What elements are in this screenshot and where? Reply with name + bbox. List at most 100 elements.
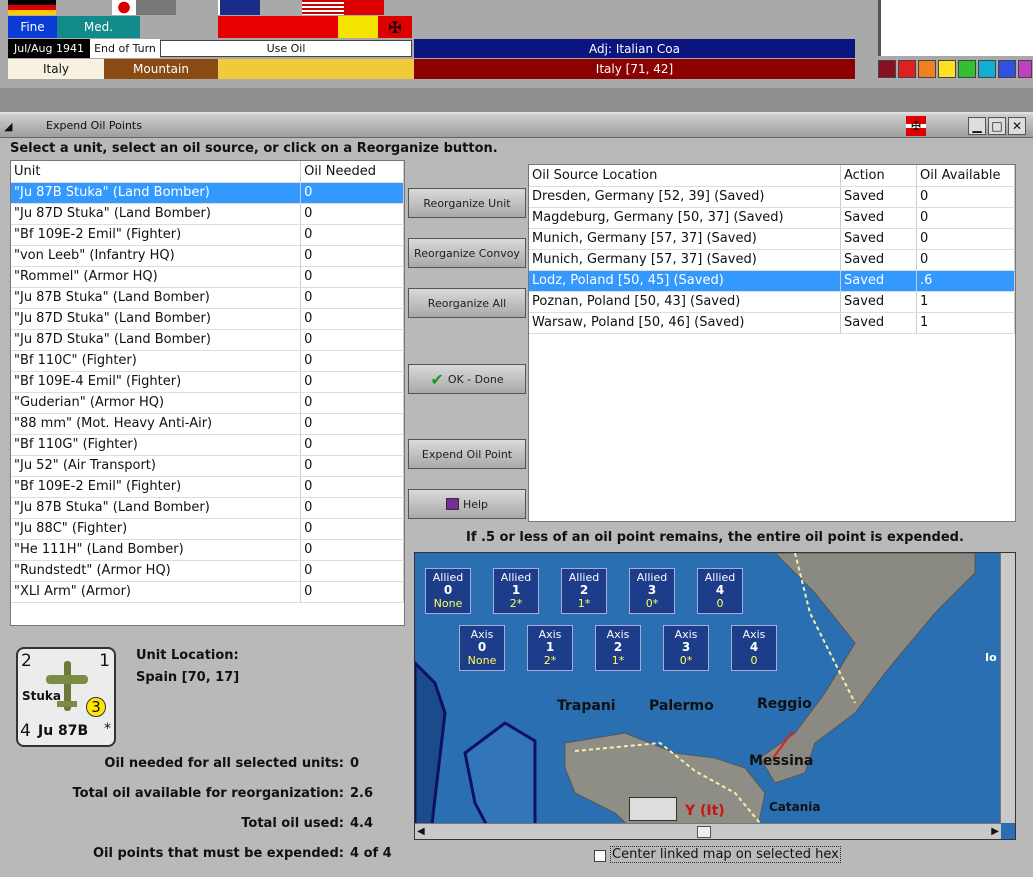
column-oil-source-location[interactable]: Oil Source Location [529, 165, 841, 187]
palette-swatch[interactable] [938, 60, 956, 78]
table-row[interactable]: "Ju 87B Stuka" (Land Bomber) 0 [11, 287, 404, 309]
flag-italy-bar [136, 0, 176, 15]
table-row[interactable]: Warsaw, Poland [50, 46] (Saved) Saved 1 [529, 312, 1015, 334]
ok-done-button[interactable]: ✔ OK - Done [408, 364, 526, 394]
close-icon[interactable]: ✕ [1008, 117, 1026, 135]
table-row[interactable]: "Bf 110G" (Fighter) 0 [11, 434, 404, 456]
allied-box-s: 0 [716, 597, 724, 610]
table-row[interactable]: "XLI Arm" (Armor) 0 [11, 581, 404, 603]
unit-name-cell: "Ju 87D Stuka" (Land Bomber) [11, 308, 302, 330]
column-unit[interactable]: Unit [11, 161, 302, 183]
oil-available-cell: 1 [916, 312, 1015, 334]
minimize-icon[interactable]: ▁ [968, 117, 986, 135]
help-button[interactable]: Help [408, 489, 526, 519]
color-palette[interactable] [876, 58, 1033, 80]
table-row[interactable]: "Bf 109E-2 Emil" (Fighter) 0 [11, 224, 404, 246]
unit-list[interactable]: Unit Oil Needed "Ju 87B Stuka" (Land Bom… [10, 160, 405, 626]
palette-swatch[interactable] [918, 60, 936, 78]
top-status-bar: Fine Med. ✠ Jul/Aug 1941 End of Turn Use… [0, 0, 1033, 88]
table-row[interactable]: "Rundstedt" (Armor HQ) 0 [11, 560, 404, 582]
map-vertical-scrollbar[interactable] [1000, 553, 1015, 823]
unit-name-cell: "Bf 109E-2 Emil" (Fighter) [11, 224, 302, 246]
table-row[interactable]: "Rommel" (Armor HQ) 0 [11, 266, 404, 288]
column-oil-available[interactable]: Oil Available [916, 165, 1015, 187]
table-row[interactable]: "Bf 109E-2 Emil" (Fighter) 0 [11, 476, 404, 498]
map-scroll-right-icon[interactable]: ▶ [991, 826, 999, 837]
unit-name-cell: "Ju 87B Stuka" (Land Bomber) [11, 287, 302, 309]
unit-location-value: Spain [70, 17] [136, 670, 240, 685]
unit-name-cell: "Ju 87B Stuka" (Land Bomber) [11, 182, 302, 204]
weather-med[interactable]: Med. [57, 16, 140, 38]
oil-needed-cell: 0 [300, 560, 404, 582]
window-menu-icon[interactable]: ◢ [4, 120, 12, 133]
unit-name-cell: "Guderian" (Armor HQ) [11, 392, 302, 414]
table-row[interactable]: "Ju 87D Stuka" (Land Bomber) 0 [11, 203, 404, 225]
table-row[interactable]: "He 111H" (Land Bomber) 0 [11, 539, 404, 561]
maximize-icon[interactable]: □ [988, 117, 1006, 135]
unit-counter[interactable]: 2 1 Stuka 3 4 Ju 87B * [16, 647, 116, 747]
weather-fine[interactable]: Fine [8, 16, 57, 38]
expend-oil-window: ◢ Expend Oil Points ✠ ▁ □ ✕ Select a uni… [0, 112, 1033, 877]
reorganize-all-button[interactable]: Reorganize All [408, 288, 526, 318]
oil-available-cell: 0 [916, 228, 1015, 250]
reorganize-unit-button[interactable]: Reorganize Unit [408, 188, 526, 218]
oil-source-location-cell: Munich, Germany [57, 37] (Saved) [529, 228, 841, 250]
palette-swatch[interactable] [998, 60, 1016, 78]
table-row[interactable]: "Ju 52" (Air Transport) 0 [11, 455, 404, 477]
city-reggio: Reggio [757, 696, 812, 712]
top-right-panel [878, 0, 1033, 56]
red-box [218, 16, 338, 38]
table-row[interactable]: Munich, Germany [57, 37] (Saved) Saved 0 [529, 249, 1015, 271]
window-title-bar[interactable]: ◢ Expend Oil Points ✠ ▁ □ ✕ [0, 114, 1033, 138]
map-horizontal-scrollbar[interactable]: ◀ ▶ [415, 823, 1001, 839]
oil-must-expend-label: Oil points that must be expended: [92, 846, 344, 861]
table-row[interactable]: Lodz, Poland [50, 45] (Saved) Saved .6 [529, 270, 1015, 292]
table-row[interactable]: "von Leeb" (Infantry HQ) 0 [11, 245, 404, 267]
column-action[interactable]: Action [840, 165, 918, 187]
table-row[interactable]: "Ju 87D Stuka" (Land Bomber) 0 [11, 329, 404, 351]
oil-available-value: 2.6 [350, 786, 374, 801]
city-catania: Catania [769, 800, 821, 814]
center-linked-label[interactable]: Center linked map on selected hex [610, 846, 841, 863]
palette-swatch[interactable] [958, 60, 976, 78]
oil-needed-cell: 0 [300, 371, 404, 393]
expend-oil-point-button[interactable]: Expend Oil Point [408, 439, 526, 469]
table-row[interactable]: "Ju 87D Stuka" (Land Bomber) 0 [11, 308, 404, 330]
oil-source-list[interactable]: Oil Source Location Action Oil Available… [528, 164, 1016, 522]
table-row[interactable]: Poznan, Poland [50, 43] (Saved) Saved 1 [529, 291, 1015, 313]
oil-needed-cell: 0 [300, 287, 404, 309]
allied-supply-box: Allied 4 0 [697, 568, 743, 614]
palette-swatch[interactable] [978, 60, 996, 78]
table-row[interactable]: "88 mm" (Mot. Heavy Anti-Air) 0 [11, 413, 404, 435]
oil-source-location-cell: Magdeburg, Germany [50, 37] (Saved) [529, 207, 841, 229]
oil-source-location-cell: Munich, Germany [57, 37] (Saved) [529, 249, 841, 271]
reorganize-convoy-button[interactable]: Reorganize Convoy [408, 238, 526, 268]
oil-needed-cell: 0 [300, 497, 404, 519]
map-scroll-left-icon[interactable]: ◀ [417, 826, 425, 837]
table-row[interactable]: "Ju 88C" (Fighter) 0 [11, 518, 404, 540]
end-of-turn-label[interactable]: End of Turn [90, 39, 160, 58]
palette-swatch[interactable] [878, 60, 896, 78]
linked-map[interactable]: Allied 0 None Allied 1 2* Allied 2 1* Allied 3 0* Al… [414, 552, 1016, 840]
map-scroll-thumb[interactable] [697, 826, 711, 838]
axis-box-s: 0 [750, 654, 758, 667]
table-row[interactable]: Magdeburg, Germany [50, 37] (Saved) Saved… [529, 207, 1015, 229]
table-row[interactable]: "Bf 109E-4 Emil" (Fighter) 0 [11, 371, 404, 393]
center-linked-checkbox[interactable] [594, 850, 606, 862]
table-row[interactable]: "Bf 110C" (Fighter) 0 [11, 350, 404, 372]
palette-swatch[interactable] [898, 60, 916, 78]
table-row[interactable]: "Guderian" (Armor HQ) 0 [11, 392, 404, 414]
allied-supply-box: Allied 1 2* [493, 568, 539, 614]
column-oil-needed[interactable]: Oil Needed [300, 161, 404, 183]
table-row[interactable]: Dresden, Germany [52, 39] (Saved) Saved 0 [529, 186, 1015, 208]
use-oil-field[interactable]: Use Oil [160, 40, 412, 57]
table-row[interactable]: "Ju 87B Stuka" (Land Bomber) 0 [11, 497, 404, 519]
allied-supply-box: Allied 3 0* [629, 568, 675, 614]
unit-name-cell: "Ju 87B Stuka" (Land Bomber) [11, 497, 302, 519]
table-row[interactable]: Munich, Germany [57, 37] (Saved) Saved 0 [529, 228, 1015, 250]
allied-box-n: 3 [647, 583, 657, 597]
table-row[interactable]: "Ju 87B Stuka" (Land Bomber) 0 [11, 182, 404, 204]
map-unit-counter[interactable] [629, 797, 677, 821]
palette-swatch[interactable] [1018, 60, 1032, 78]
adjacent-label: Adj: Italian Coa [414, 39, 855, 58]
